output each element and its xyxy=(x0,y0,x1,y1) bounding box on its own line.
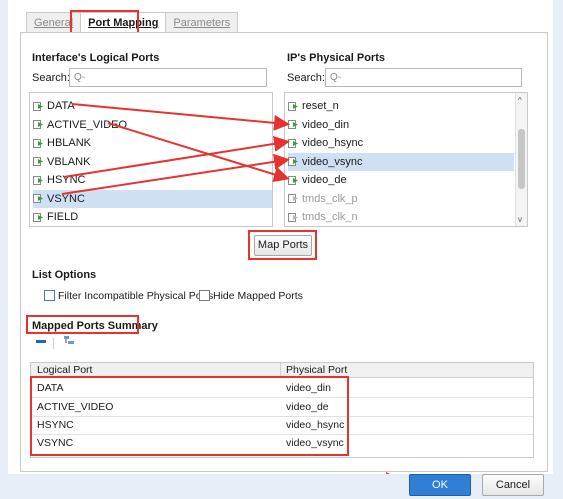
cancel-button[interactable]: Cancel xyxy=(482,474,544,496)
toolbar-divider xyxy=(53,338,54,349)
table-rows-highlight xyxy=(30,376,349,456)
arrow-data-to-video-din xyxy=(71,103,290,131)
summary-heading-highlight xyxy=(26,315,139,334)
hide-mapped-checkbox[interactable] xyxy=(199,290,210,301)
remove-mapping-icon[interactable] xyxy=(36,340,46,343)
filter-incompatible-checkbox[interactable] xyxy=(44,290,55,301)
arrow-hsync-to-video-hsync xyxy=(63,135,290,178)
list-options-heading: List Options xyxy=(32,269,97,281)
map-ports-highlight xyxy=(248,230,317,260)
arrow-active-video-to-video-de xyxy=(107,122,290,183)
filter-incompatible-label: Filter Incompatible Physical Ports xyxy=(58,290,214,302)
auto-map-icon[interactable] xyxy=(64,335,74,347)
hide-mapped-label: Hide Mapped Ports xyxy=(213,290,303,302)
dialog-footer xyxy=(0,474,563,499)
ok-button[interactable]: OK xyxy=(409,474,471,496)
arrow-vsync-to-video-vsync xyxy=(61,153,290,195)
